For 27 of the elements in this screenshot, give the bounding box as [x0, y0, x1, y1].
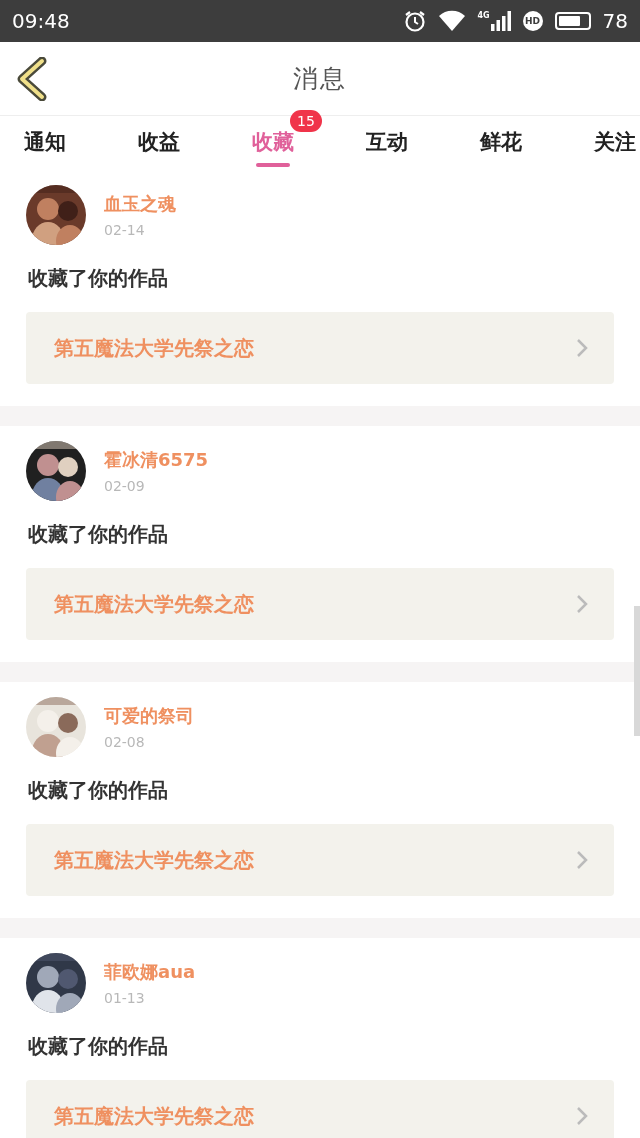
work-link[interactable]: 第五魔法大学先祭之恋 — [26, 312, 614, 384]
tab[interactable]: 通知 — [24, 116, 66, 170]
network-label: 4G — [477, 11, 490, 20]
work-link[interactable]: 第五魔法大学先祭之恋 — [26, 824, 614, 896]
user-name[interactable]: 可爱的祭司 — [104, 704, 194, 728]
message-date: 02-14 — [104, 222, 146, 238]
message-date: 01-13 — [104, 990, 146, 1006]
message-text: 收藏了你的作品 — [28, 1033, 169, 1060]
message-date: 02-08 — [104, 734, 146, 750]
work-link[interactable]: 第五魔法大学先祭之恋 — [26, 1080, 614, 1138]
clock-time: 09:48 — [12, 9, 71, 33]
tab[interactable]: 鲜花 — [480, 116, 522, 170]
battery-level: 78 — [602, 9, 628, 33]
message-text: 收藏了你的作品 — [28, 521, 169, 548]
tab[interactable]: 关注 — [594, 116, 636, 170]
message-text: 收藏了你的作品 — [28, 777, 169, 804]
message-text: 收藏了你的作品 — [28, 265, 169, 292]
count-badge: 15 — [290, 110, 322, 132]
hd-icon: HD — [522, 11, 543, 31]
work-link[interactable]: 第五魔法大学先祭之恋 — [26, 568, 614, 640]
tab[interactable]: 收益 — [138, 116, 180, 170]
page-title: 消息 — [293, 63, 347, 95]
tab[interactable]: 互动 — [366, 116, 408, 170]
user-name[interactable]: 霍冰清6575 — [104, 448, 209, 472]
user-name[interactable]: 菲欧娜aua — [104, 960, 196, 984]
message-date: 02-09 — [104, 478, 146, 494]
user-name[interactable]: 血玉之魂 — [104, 192, 176, 216]
